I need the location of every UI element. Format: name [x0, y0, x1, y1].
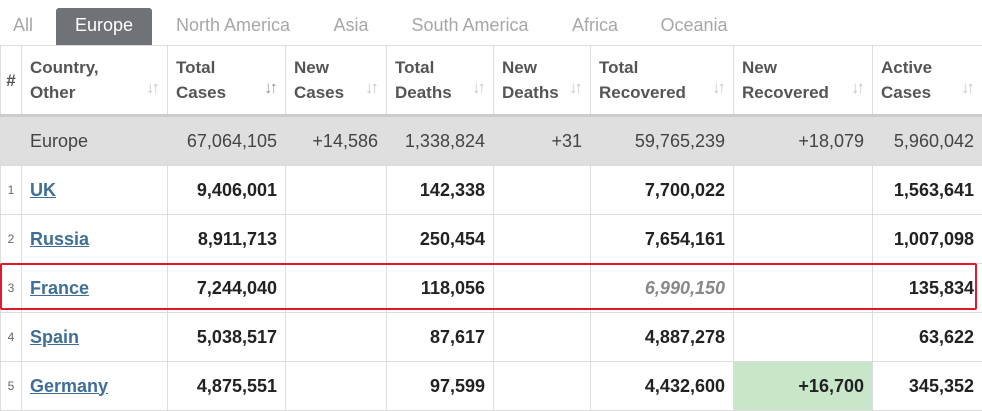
- active-cases-cell: 5,960,042: [873, 116, 982, 166]
- new-cases-cell: +14,586: [286, 116, 387, 166]
- sort-icon: ↓↑: [365, 75, 376, 100]
- country-cell: Spain: [22, 313, 168, 362]
- new-recovered-cell: +18,079: [734, 116, 873, 166]
- table-row-highlighted: 3 France 7,244,040 118,056 6,990,150 135…: [1, 264, 982, 313]
- total-recovered-cell: 4,887,278: [591, 313, 734, 362]
- row-number: 4: [1, 313, 22, 362]
- total-cases-cell: 9,406,001: [168, 166, 286, 215]
- new-deaths-cell: [494, 264, 591, 313]
- total-deaths-cell: 118,056: [387, 264, 494, 313]
- sort-icon: ↓↑: [146, 75, 157, 100]
- header-number: #: [1, 46, 22, 116]
- total-cases-cell: 67,064,105: [168, 116, 286, 166]
- new-cases-cell: [286, 215, 387, 264]
- total-deaths-cell: 97,599: [387, 362, 494, 411]
- header-new-recovered[interactable]: NewRecovered↓↑: [734, 46, 873, 116]
- total-recovered-cell: 6,990,150: [591, 264, 734, 313]
- active-cases-cell: 345,352: [873, 362, 982, 411]
- tab-asia[interactable]: Asia: [318, 8, 384, 45]
- total-deaths-cell: 250,454: [387, 215, 494, 264]
- total-cases-cell: 5,038,517: [168, 313, 286, 362]
- row-number: 2: [1, 215, 22, 264]
- total-deaths-cell: 142,338: [387, 166, 494, 215]
- total-deaths-cell: 1,338,824: [387, 116, 494, 166]
- region-name: Europe: [22, 116, 168, 166]
- region-tabs: All Europe North America Asia South Amer…: [0, 0, 982, 45]
- new-deaths-cell: [494, 362, 591, 411]
- new-recovered-cell: +16,700: [734, 362, 873, 411]
- sort-icon: ↓↑: [851, 75, 862, 100]
- table-row: 4 Spain 5,038,517 87,617 4,887,278 63,62…: [1, 313, 982, 362]
- header-active-cases[interactable]: ActiveCases↓↑: [873, 46, 982, 116]
- covid-table: # Country,Other↓↑ TotalCases↓↑ NewCases↓…: [0, 45, 982, 411]
- tab-oceania[interactable]: Oceania: [648, 8, 740, 45]
- new-deaths-cell: [494, 313, 591, 362]
- new-deaths-cell: +31: [494, 116, 591, 166]
- table-row: 2 Russia 8,911,713 250,454 7,654,161 1,0…: [1, 215, 982, 264]
- new-recovered-cell: [734, 264, 873, 313]
- country-cell: Russia: [22, 215, 168, 264]
- active-cases-cell: 63,622: [873, 313, 982, 362]
- sort-icon: ↓↑: [961, 75, 972, 100]
- country-cell: UK: [22, 166, 168, 215]
- header-country[interactable]: Country,Other↓↑: [22, 46, 168, 116]
- header-row: # Country,Other↓↑ TotalCases↓↑ NewCases↓…: [1, 46, 982, 116]
- sort-icon: ↓↑: [569, 75, 580, 100]
- tab-africa[interactable]: Africa: [560, 8, 630, 45]
- country-link-france[interactable]: France: [30, 278, 89, 298]
- new-cases-cell: [286, 166, 387, 215]
- total-row: Europe 67,064,105 +14,586 1,338,824 +31 …: [1, 116, 982, 166]
- sort-icon: ↓↑: [712, 75, 723, 100]
- row-number: 5: [1, 362, 22, 411]
- new-deaths-cell: [494, 166, 591, 215]
- total-deaths-cell: 87,617: [387, 313, 494, 362]
- row-number: [1, 116, 22, 166]
- sort-icon: ↓↑: [472, 75, 483, 100]
- header-new-deaths[interactable]: NewDeaths↓↑: [494, 46, 591, 116]
- row-number: 3: [1, 264, 22, 313]
- new-recovered-cell: [734, 215, 873, 264]
- row-number: 1: [1, 166, 22, 215]
- table-row: 1 UK 9,406,001 142,338 7,700,022 1,563,6…: [1, 166, 982, 215]
- total-recovered-cell: 7,654,161: [591, 215, 734, 264]
- new-cases-cell: [286, 362, 387, 411]
- header-total-cases[interactable]: TotalCases↓↑: [168, 46, 286, 116]
- country-link-russia[interactable]: Russia: [30, 229, 89, 249]
- new-cases-cell: [286, 313, 387, 362]
- tab-all[interactable]: All: [0, 8, 46, 45]
- active-cases-cell: 135,834: [873, 264, 982, 313]
- total-recovered-cell: 59,765,239: [591, 116, 734, 166]
- header-total-deaths[interactable]: TotalDeaths↓↑: [387, 46, 494, 116]
- new-recovered-cell: [734, 166, 873, 215]
- country-cell: France: [22, 264, 168, 313]
- country-link-germany[interactable]: Germany: [30, 376, 108, 396]
- new-recovered-cell: [734, 313, 873, 362]
- tab-north-america[interactable]: North America: [162, 8, 304, 45]
- tab-south-america[interactable]: South America: [398, 8, 542, 45]
- header-total-recovered[interactable]: TotalRecovered↓↑: [591, 46, 734, 116]
- country-link-uk[interactable]: UK: [30, 180, 56, 200]
- tab-europe[interactable]: Europe: [56, 8, 152, 45]
- new-deaths-cell: [494, 215, 591, 264]
- total-cases-cell: 8,911,713: [168, 215, 286, 264]
- table-row: 5 Germany 4,875,551 97,599 4,432,600 +16…: [1, 362, 982, 411]
- new-cases-cell: [286, 264, 387, 313]
- total-cases-cell: 4,875,551: [168, 362, 286, 411]
- total-cases-cell: 7,244,040: [168, 264, 286, 313]
- country-cell: Germany: [22, 362, 168, 411]
- total-recovered-cell: 4,432,600: [591, 362, 734, 411]
- active-cases-cell: 1,007,098: [873, 215, 982, 264]
- total-recovered-cell: 7,700,022: [591, 166, 734, 215]
- country-link-spain[interactable]: Spain: [30, 327, 79, 347]
- active-cases-cell: 1,563,641: [873, 166, 982, 215]
- sort-active-icon: ↓↑: [264, 75, 275, 100]
- header-new-cases[interactable]: NewCases↓↑: [286, 46, 387, 116]
